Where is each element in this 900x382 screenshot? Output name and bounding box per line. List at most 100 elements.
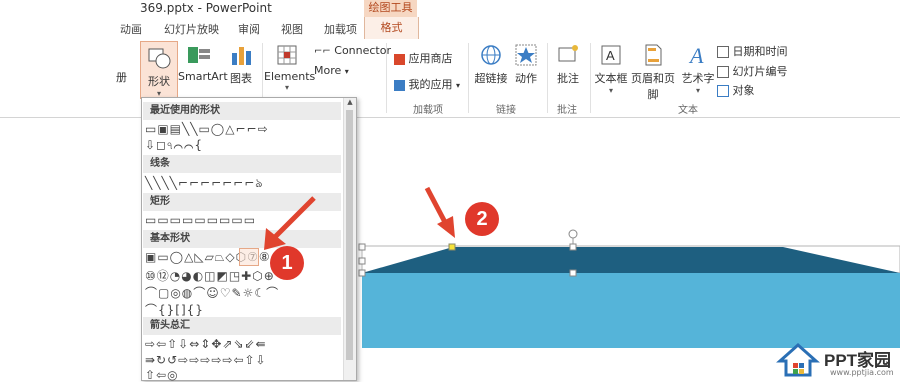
sizing-handle[interactable] — [358, 257, 366, 265]
globe-link-icon — [481, 45, 501, 65]
basic-shapes-row[interactable]: ⌒{}[]{} — [145, 301, 204, 318]
elements-grid-icon — [277, 45, 297, 65]
chevron-down-icon: ▾ — [284, 83, 289, 92]
sizing-handle[interactable] — [358, 269, 366, 277]
comment-icon — [558, 45, 578, 62]
block-arrows-row[interactable]: ⇨⇦⇧⇩⇔⇕✥⇗⇘⇙⇚ — [145, 337, 267, 351]
basic-shapes-row[interactable]: ⑩⑫◔◕◐◫◩◳✚⬡⊕ — [145, 267, 275, 284]
gallery-scrollbar[interactable]: ▲ — [343, 98, 356, 380]
recent-shapes-row[interactable]: ⇩◻ঀ⌒⌒{ — [145, 138, 203, 153]
elements-label: Elements — [264, 70, 316, 83]
ribbon: 册 形状 ▾ SmartArt 图表 Elements ▾ ⌐⌐ Connect… — [0, 39, 900, 118]
tab-animations[interactable]: 动画 — [120, 21, 142, 37]
chart-icon — [232, 47, 251, 65]
ribbon-divider — [386, 43, 387, 113]
adjustment-handle[interactable] — [448, 243, 456, 251]
connector-button[interactable]: ⌐⌐ Connector — [314, 44, 391, 57]
smartart-icon — [188, 47, 210, 63]
object-label: 对象 — [732, 84, 755, 97]
smartart-button[interactable]: SmartArt — [178, 43, 228, 83]
sizing-handle[interactable] — [569, 269, 577, 277]
basic-shapes-row[interactable]: ⌒▢◎◍⌒☺♡✎☼☾⌒ — [145, 284, 279, 301]
elements-button[interactable]: Elements ▾ — [264, 43, 316, 92]
tab-addins[interactable]: 加载项 — [324, 21, 357, 37]
block-arrows-row[interactable]: ⇧⇦◎ — [145, 368, 179, 382]
sizing-handle[interactable] — [358, 243, 366, 251]
shapes-button[interactable]: 形状 ▾ — [140, 41, 178, 99]
svg-text:A: A — [688, 43, 704, 67]
chevron-down-icon: ▾ — [608, 86, 613, 95]
trapezoid-shape[interactable] — [362, 247, 900, 273]
sizing-handle[interactable] — [569, 243, 577, 251]
connector-icon: ⌐⌐ — [314, 46, 331, 57]
category-block-arrows: 箭头总汇 — [143, 317, 341, 335]
tab-view[interactable]: 视图 — [281, 21, 303, 37]
slide-canvas[interactable]: 2 — [355, 118, 900, 379]
links-group-label: 链接 — [496, 105, 516, 116]
my-apps-label: 我的应用 — [408, 78, 453, 91]
block-arrows-row[interactable]: ⇛↻↺⇨⇨⇨⇨⇨⇦⇧⇩ — [145, 353, 267, 367]
scroll-thumb[interactable] — [346, 110, 353, 360]
datetime-label: 日期和时间 — [732, 45, 788, 58]
hyperlink-button[interactable]: 超链接 — [474, 43, 508, 86]
header-footer-label: 页眉和页脚 — [631, 72, 675, 101]
svg-text:A: A — [606, 48, 615, 63]
drawing-tools-context-label: 绘图工具 — [364, 0, 417, 17]
ribbon-divider — [590, 43, 591, 113]
step-1-badge: 1 — [270, 246, 304, 280]
app-store-button[interactable]: 应用商店 — [394, 50, 453, 66]
lines-row[interactable]: ╲╲╲╲⌐⌐⌐⌐⌐⌐⌐ঌ — [145, 175, 264, 195]
wordart-label: 艺术字 — [681, 72, 715, 85]
textbox-button[interactable]: A 文本框 ▾ — [593, 43, 629, 95]
comment-button[interactable]: 批注 — [553, 43, 583, 86]
house-logo-icon — [776, 343, 820, 377]
more-label: More — [314, 64, 342, 77]
recent-shapes-row[interactable]: ▭▣▤╲╲▭◯△⌐⌐⇨ — [145, 122, 269, 136]
category-recent-shapes: 最近使用的形状 — [143, 102, 341, 120]
slide-number-button[interactable]: 幻灯片编号 — [717, 63, 788, 79]
chart-button[interactable]: 图表 — [226, 43, 256, 86]
scroll-up-icon[interactable]: ▲ — [344, 98, 356, 106]
my-apps-button[interactable]: 我的应用 ▾ — [394, 76, 460, 92]
chevron-down-icon: ▾ — [695, 86, 700, 95]
header-footer-icon — [645, 44, 662, 66]
action-button[interactable]: 动作 — [512, 43, 540, 86]
ribbon-tabs: 动画 幻灯片放映 审阅 视图 加载项 格式 — [0, 17, 900, 40]
object-icon — [717, 85, 729, 97]
more-button[interactable]: More ▾ — [314, 64, 349, 77]
rotation-handle-icon[interactable] — [568, 229, 578, 239]
category-lines: 线条 — [143, 155, 341, 173]
store-icon — [394, 53, 405, 65]
tab-format[interactable]: 格式 — [364, 17, 419, 39]
tab-review[interactable]: 审阅 — [238, 21, 260, 37]
addins-group-label: 加载项 — [413, 105, 443, 116]
ribbon-divider — [547, 43, 548, 113]
trapezoid-shape-drawing — [358, 186, 900, 348]
textbox-icon: A — [601, 45, 621, 65]
text-group-label: 文本 — [678, 105, 698, 116]
comments-group-label: 批注 — [557, 105, 577, 116]
partial-button-label[interactable]: 册 — [116, 69, 127, 85]
hyperlink-label: 超链接 — [474, 72, 508, 85]
ribbon-divider — [468, 43, 469, 113]
step-2-badge: 2 — [465, 202, 499, 236]
shapes-gallery-dropdown: 最近使用的形状 ▭▣▤╲╲▭◯△⌐⌐⇨ ⇩◻ঀ⌒⌒{ 线条 ╲╲╲╲⌐⌐⌐⌐⌐⌐… — [141, 97, 357, 382]
object-button[interactable]: 对象 — [717, 82, 755, 98]
datetime-button[interactable]: 日期和时间 — [717, 43, 788, 59]
header-footer-button[interactable]: 页眉和页脚 — [628, 43, 678, 102]
rectangle-shape[interactable] — [362, 273, 900, 348]
app-store-label: 应用商店 — [408, 52, 453, 65]
logo-subtext: www.pptjia.com — [830, 368, 894, 377]
textbox-label: 文本框 — [594, 72, 628, 85]
comment-label: 批注 — [557, 72, 579, 85]
calendar-icon — [717, 46, 729, 58]
slide-number-icon — [717, 66, 729, 78]
rectangles-row[interactable]: ▭▭▭▭▭▭▭▭▭ — [145, 213, 256, 227]
chart-label: 图表 — [230, 72, 252, 85]
smartart-label: SmartArt — [178, 70, 228, 83]
chevron-down-icon: ▾ — [456, 81, 461, 90]
title-bar: 369.pptx - PowerPoint 绘图工具 — [0, 0, 900, 17]
shapes-icon — [148, 48, 171, 69]
wordart-button[interactable]: A 艺术字 ▾ — [681, 43, 715, 95]
tab-slideshow[interactable]: 幻灯片放映 — [164, 21, 219, 37]
